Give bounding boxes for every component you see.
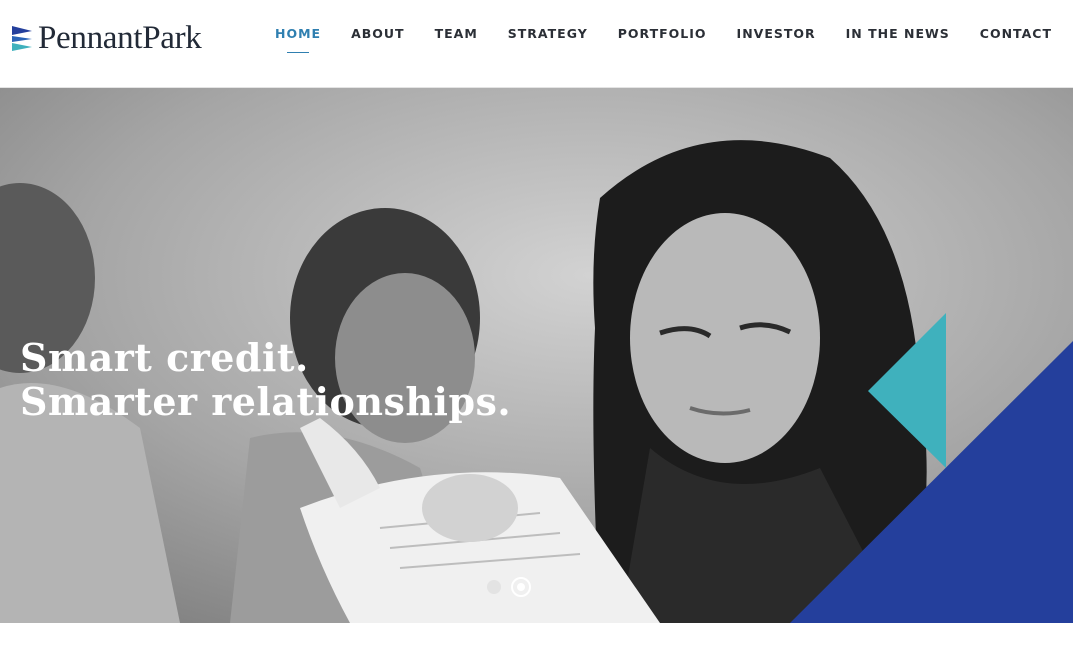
main-nav: HOME ABOUT TEAM STRATEGY PORTFOLIO INVES…	[245, 26, 1052, 53]
nav-in-the-news[interactable]: IN THE NEWS	[846, 26, 950, 42]
nav-home-label: HOME	[275, 26, 322, 41]
nav-strategy-label: STRATEGY	[507, 26, 588, 41]
brand-name: PennantPark	[38, 19, 202, 56]
nav-investor[interactable]: INVESTOR	[737, 26, 816, 42]
hero-slider: Smart credit. Smarter relationships.	[0, 88, 1073, 623]
nav-about[interactable]: ABOUT	[351, 26, 405, 42]
nav-contact-label: CONTACT	[979, 26, 1052, 41]
nav-contact[interactable]: CONTACT	[980, 26, 1052, 42]
slide-dot-2-active[interactable]	[511, 577, 531, 597]
nav-team-label: TEAM	[434, 26, 478, 41]
nav-home[interactable]: HOME	[275, 26, 322, 53]
site-header: PennantPark HOME ABOUT TEAM STRATEGY POR…	[0, 0, 1073, 88]
nav-portfolio-label: PORTFOLIO	[617, 26, 707, 41]
hero-headline-line2: Smarter relationships.	[20, 379, 512, 424]
slider-pagination	[487, 577, 531, 597]
brand-logo[interactable]: PennantPark	[12, 20, 202, 56]
nav-investor-label: INVESTOR	[736, 26, 816, 41]
hero-headline-line1: Smart credit.	[20, 335, 309, 380]
nav-about-label: ABOUT	[351, 26, 405, 41]
slide-dot-1[interactable]	[487, 580, 501, 594]
nav-portfolio[interactable]: PORTFOLIO	[618, 26, 707, 42]
nav-active-indicator	[287, 52, 310, 53]
nav-in-the-news-label: IN THE NEWS	[845, 26, 950, 41]
hero-headline: Smart credit. Smarter relationships.	[20, 336, 511, 424]
nav-strategy[interactable]: STRATEGY	[508, 26, 588, 42]
pennant-logo-icon	[12, 26, 32, 51]
nav-team[interactable]: TEAM	[435, 26, 478, 42]
